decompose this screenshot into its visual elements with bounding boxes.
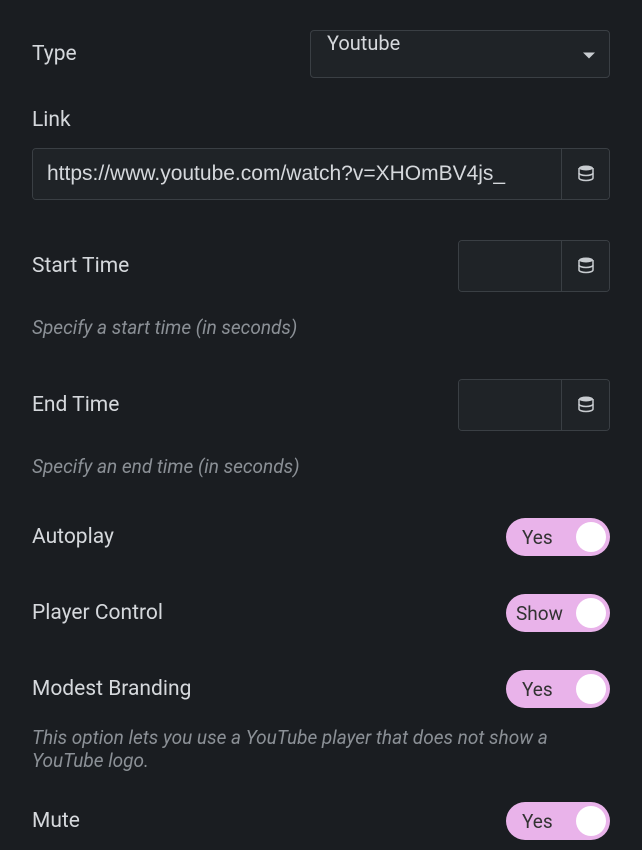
player-control-toggle[interactable]: Show [506, 594, 610, 632]
type-select[interactable]: Youtube [310, 30, 610, 78]
toggle-knob [576, 522, 606, 552]
start-time-label: Start Time [32, 254, 129, 278]
database-icon [578, 165, 594, 183]
start-time-help: Specify a start time (in seconds) [32, 316, 610, 339]
modest-branding-label: Modest Branding [32, 677, 191, 701]
database-icon [578, 257, 594, 275]
mute-toggle-text: Yes [522, 810, 553, 833]
end-time-dynamic-button[interactable] [561, 380, 609, 430]
autoplay-label: Autoplay [32, 525, 114, 549]
start-time-section: Start Time Specify a start time (in seco… [32, 240, 610, 339]
player-control-label: Player Control [32, 601, 163, 625]
end-time-input[interactable] [459, 380, 561, 430]
end-time-section: End Time Specify an end time (in seconds… [32, 379, 610, 478]
link-dynamic-button[interactable] [561, 149, 609, 199]
mute-label: Mute [32, 809, 80, 833]
type-field-row: Type Youtube [32, 30, 610, 78]
player-control-row: Player Control Show [32, 594, 610, 632]
autoplay-toggle-text: Yes [522, 526, 553, 549]
modest-branding-toggle[interactable]: Yes [506, 670, 610, 708]
link-input[interactable] [33, 149, 561, 199]
toggle-knob [576, 806, 606, 836]
mute-section: Mute Yes [32, 802, 610, 840]
end-time-input-group [458, 379, 610, 431]
autoplay-section: Autoplay Yes [32, 518, 610, 556]
database-icon [578, 396, 594, 414]
start-time-dynamic-button[interactable] [561, 241, 609, 291]
type-select-value: Youtube [327, 31, 400, 55]
start-time-row: Start Time [32, 240, 610, 292]
modest-branding-row: Modest Branding Yes [32, 670, 610, 708]
player-control-section: Player Control Show [32, 594, 610, 632]
player-control-toggle-text: Show [516, 602, 563, 625]
link-label: Link [32, 108, 610, 132]
link-input-group [32, 148, 610, 200]
start-time-input[interactable] [459, 241, 561, 291]
toggle-knob [576, 598, 606, 628]
end-time-row: End Time [32, 379, 610, 431]
end-time-label: End Time [32, 393, 119, 417]
autoplay-toggle[interactable]: Yes [506, 518, 610, 556]
end-time-help: Specify an end time (in seconds) [32, 455, 610, 478]
link-section: Link [32, 108, 610, 200]
mute-toggle[interactable]: Yes [506, 802, 610, 840]
autoplay-row: Autoplay Yes [32, 518, 610, 556]
modest-branding-section: Modest Branding Yes This option lets you… [32, 670, 610, 772]
type-label: Type [32, 42, 77, 66]
modest-branding-help: This option lets you use a YouTube playe… [32, 726, 610, 772]
modest-branding-toggle-text: Yes [522, 678, 553, 701]
mute-row: Mute Yes [32, 802, 610, 840]
toggle-knob [576, 674, 606, 704]
type-select-wrapper: Youtube [310, 30, 610, 78]
start-time-input-group [458, 240, 610, 292]
